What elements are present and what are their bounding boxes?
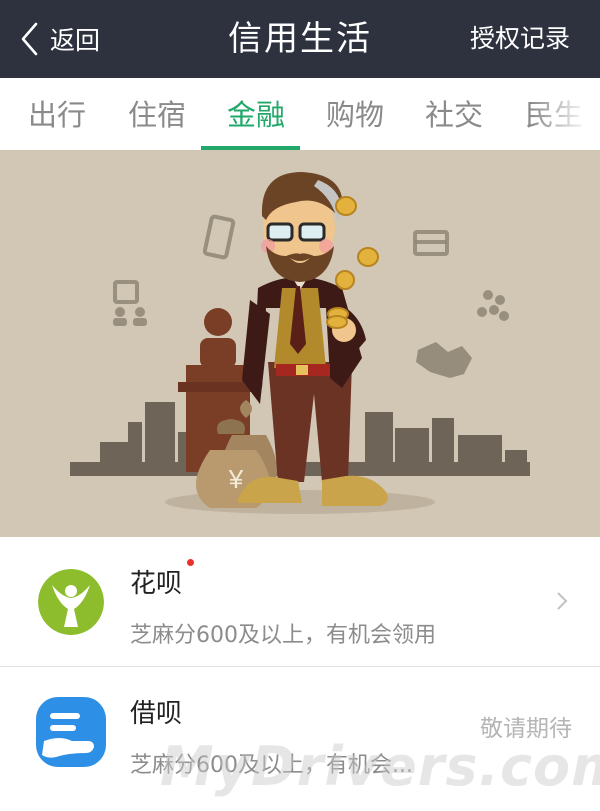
yuan-symbol: ¥ (228, 464, 244, 494)
dollar-doc-icon (113, 280, 139, 304)
item-title: 花呗 (130, 569, 183, 599)
tab-shopping[interactable]: 购物 (326, 78, 384, 150)
gold-coins-icon (326, 196, 379, 329)
finance-product-list: 花呗 芝麻分600及以上，有机会领用 借呗 芝麻分600及以上，有机会... 敬… (0, 537, 600, 797)
new-badge-dot (187, 559, 194, 566)
chevron-left-icon (21, 22, 38, 56)
tab-finance[interactable]: 金融 (227, 78, 285, 150)
banner-illustration: ¥ (70, 172, 530, 514)
tab-travel[interactable]: 出行 (28, 78, 86, 150)
category-tabs: 出行 住宿 金融 购物 社交 民生 (0, 78, 600, 150)
handshake-icon (416, 342, 472, 378)
list-item-jiebei[interactable]: 借呗 芝麻分600及以上，有机会... 敬请期待 (0, 667, 600, 797)
chevron-right-icon (557, 592, 568, 610)
tabs-fade (530, 78, 600, 146)
item-subtitle: 芝麻分600及以上，有机会... (130, 753, 413, 778)
item-title: 借呗 (130, 699, 183, 729)
jiebei-hand-icon (36, 697, 106, 767)
list-item-huabei[interactable]: 花呗 芝麻分600及以上，有机会领用 (0, 537, 600, 667)
finance-banner[interactable]: ¥ (0, 150, 600, 537)
back-label: 返回 (50, 26, 101, 55)
tab-lodging[interactable]: 住宿 (128, 78, 186, 150)
item-subtitle: 芝麻分600及以上，有机会领用 (130, 623, 436, 648)
navbar: 返回 信用生活 授权记录 (0, 0, 600, 78)
back-button[interactable]: 返回 (18, 0, 100, 78)
phone-icon (202, 214, 236, 260)
huabei-person-icon (38, 569, 104, 635)
tab-social[interactable]: 社交 (425, 78, 483, 150)
authorization-records-button[interactable]: 授权记录 (470, 0, 570, 78)
coming-soon-label: 敬请期待 (480, 716, 572, 742)
